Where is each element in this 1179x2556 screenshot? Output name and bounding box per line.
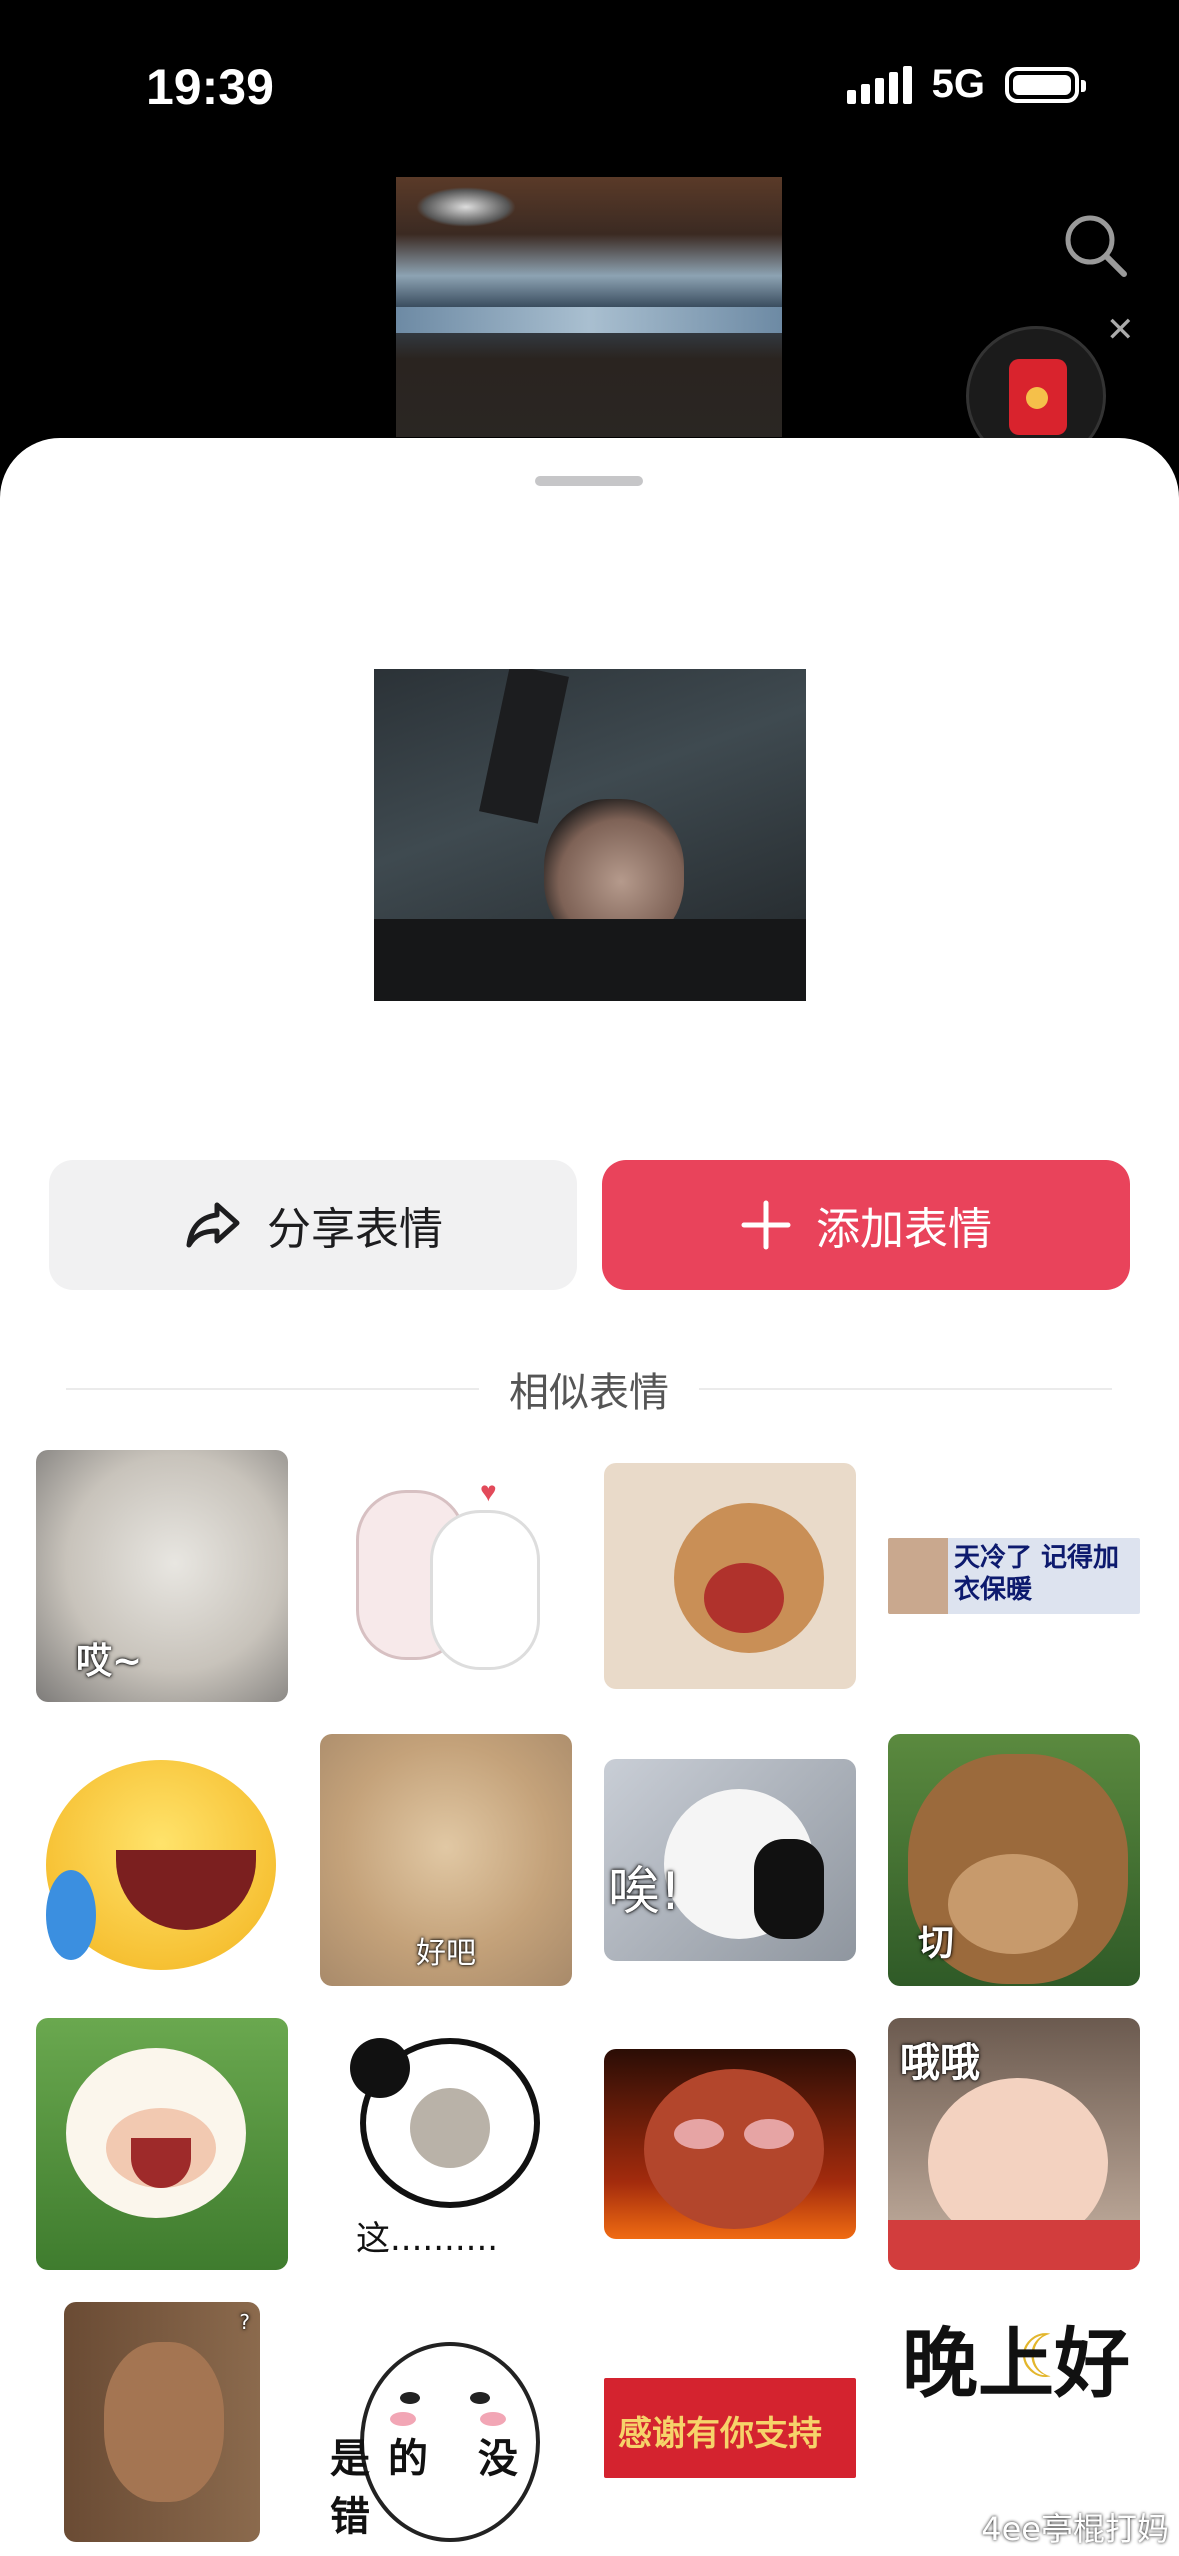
sheet-drag-handle[interactable]	[535, 476, 643, 486]
sticker-caption: 晚上好	[902, 2319, 1130, 2408]
sticker-bear-question: ?	[64, 2302, 260, 2542]
sticker-panda-sigh: 唉!	[604, 1759, 856, 1961]
share-icon	[186, 1202, 240, 1248]
plus-icon	[741, 1200, 791, 1250]
sticker-thanks-support: 感谢有你支持	[604, 2378, 856, 2478]
watermark: 4ee亭棍打妈	[981, 2510, 1169, 2548]
sticker-pepe-angry	[604, 2049, 856, 2239]
sticker-bunny-hug: ♥	[320, 1450, 572, 1702]
sticker-cell[interactable]	[604, 1450, 856, 1702]
sticker-cell[interactable]: 天冷了 记得加衣保暖	[888, 1450, 1140, 1702]
sticker-cell[interactable]	[604, 2018, 856, 2270]
sticker-preview-image	[374, 669, 806, 1001]
sticker-cell[interactable]: 哦哦	[888, 2018, 1140, 2270]
sticker-cat-grey: 哎~	[36, 1450, 288, 1702]
sticker-caption: ?	[239, 2310, 250, 2334]
sticker-cell[interactable]: 是的 没错	[320, 2302, 572, 2554]
status-time: 19:39	[146, 59, 274, 115]
sticker-caption: 好吧	[416, 1936, 476, 1971]
sticker-caption: 这..........	[356, 2219, 499, 2259]
section-title: 相似表情	[509, 1370, 669, 1416]
similar-section-header: 相似表情	[66, 1360, 1112, 1418]
sticker-baby-oh: 哦哦	[888, 2018, 1140, 2270]
sticker-cell[interactable]: 感谢有你支持	[604, 2302, 856, 2554]
sticker-cell[interactable]: 这..........	[320, 2018, 572, 2270]
network-label: 5G	[931, 62, 985, 106]
add-label: 添加表情	[816, 1204, 992, 1255]
divider-left	[66, 1388, 479, 1390]
sticker-cell[interactable]: 哎~	[36, 1450, 288, 1702]
sticker-blob-ok: 是的 没错	[320, 2302, 572, 2542]
close-icon[interactable]: ✕	[1106, 310, 1135, 350]
signal-icon	[846, 65, 912, 104]
sticker-panda-meme: 这..........	[320, 2018, 572, 2270]
sticker-bear-briar: 切	[888, 1734, 1140, 1986]
share-label: 分享表情	[267, 1204, 443, 1255]
share-sticker-button[interactable]: 分享表情	[49, 1160, 577, 1290]
sticker-cell[interactable]: 好吧	[320, 1734, 572, 1986]
sticker-caption: 哦哦	[900, 2040, 980, 2086]
search-icon[interactable]	[1060, 210, 1130, 280]
sticker-cell[interactable]: ?	[36, 2302, 288, 2554]
divider-right	[699, 1388, 1112, 1390]
sticker-cold-weather: 天冷了 记得加衣保暖	[888, 1538, 1140, 1614]
sticker-cell[interactable]: ♥	[320, 1450, 572, 1702]
sticker-caption: 天冷了 记得加衣保暖	[954, 1543, 1120, 1605]
status-icons: 5G	[846, 62, 1086, 107]
add-sticker-button[interactable]: 添加表情	[602, 1160, 1130, 1290]
sticker-cell[interactable]: 切	[888, 1734, 1140, 1986]
sticker-sheet: 分享表情 添加表情 相似表情 哎~ ♥ 天冷了 记得加衣保暖 好吧 唉! 切 这…	[0, 438, 1179, 2556]
video-preview[interactable]	[396, 177, 782, 437]
sticker-caption: 是的 没错	[330, 2436, 536, 2540]
sticker-emoji-crying-laugh	[36, 1740, 288, 1980]
sticker-cell[interactable]	[36, 2018, 288, 2270]
sticker-jerry-laugh	[604, 1463, 856, 1689]
sticker-caption: 哎~	[76, 1641, 143, 1682]
sticker-cat-sad: 好吧	[320, 1734, 572, 1986]
sticker-lamb-cry	[36, 2018, 288, 2270]
sticker-caption: 唉!	[608, 1862, 681, 1922]
sticker-caption: 感谢有你支持	[618, 2414, 822, 2454]
sticker-cell[interactable]: 唉!	[604, 1734, 856, 1986]
sticker-cell[interactable]	[36, 1734, 288, 1986]
sticker-caption: 切	[918, 1923, 955, 1964]
battery-icon	[1005, 66, 1086, 103]
